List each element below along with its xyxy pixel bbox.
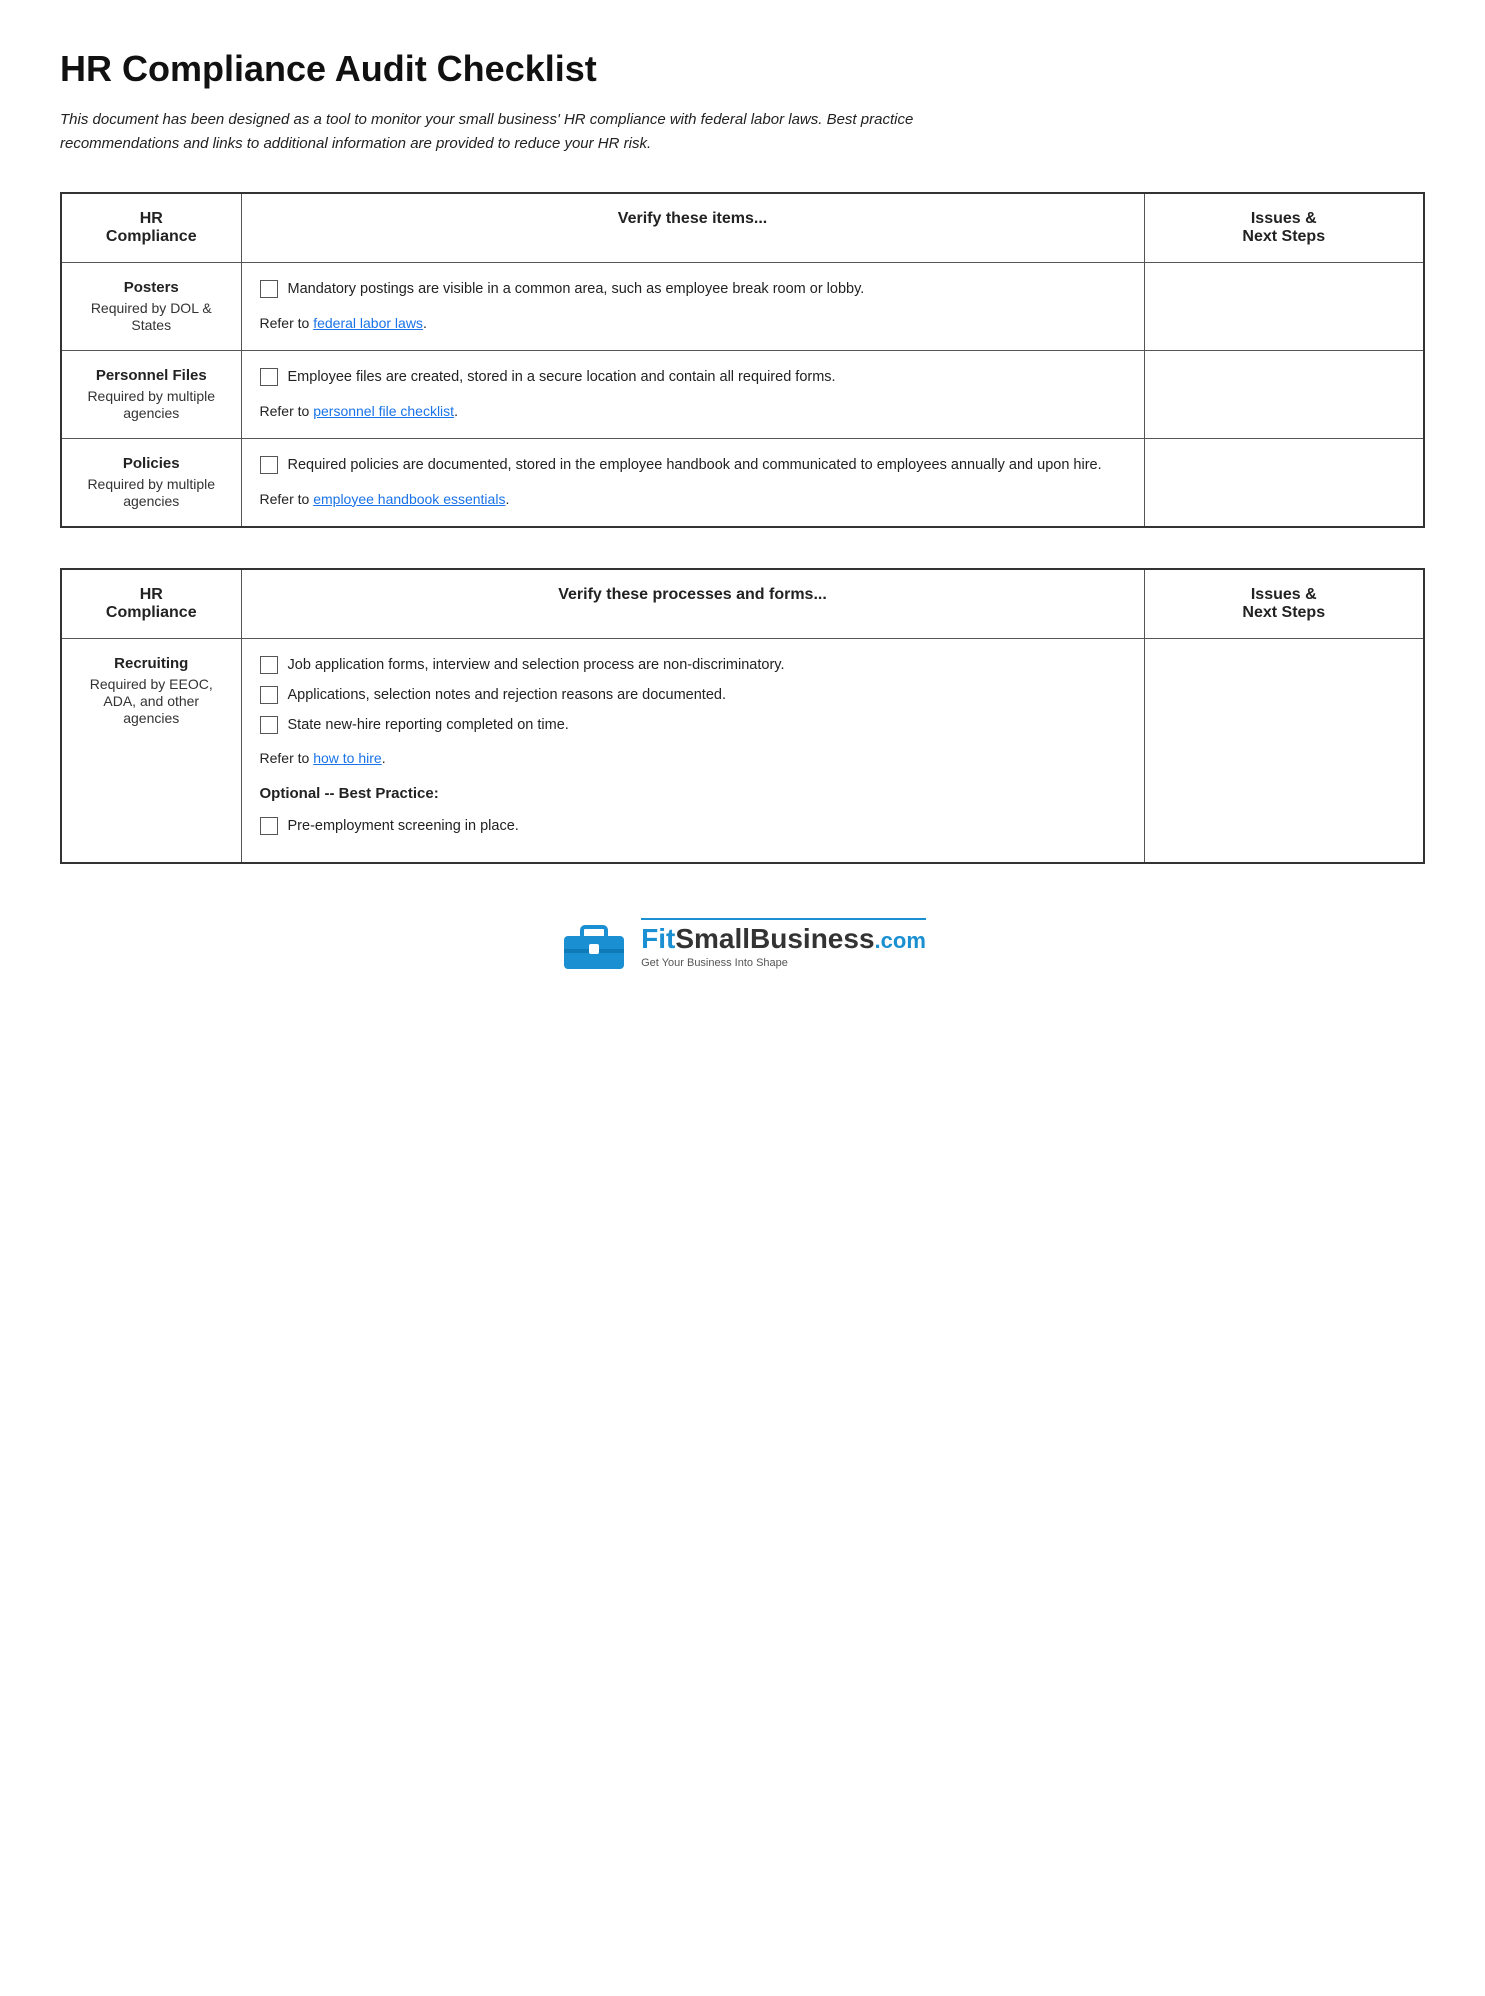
logo-tagline: Get Your Business Into Shape	[641, 957, 788, 969]
category-cell-posters: Posters Required by DOL & States	[61, 263, 241, 351]
category-sub-posters: Required by DOL & States	[91, 300, 212, 333]
table-row: Recruiting Required by EEOC, ADA, and ot…	[61, 639, 1424, 863]
checkbox[interactable]	[260, 656, 278, 674]
table-processes: HRCompliance Verify these processes and …	[60, 568, 1425, 864]
checkbox-item: Applications, selection notes and reject…	[260, 685, 1126, 707]
logo-small-business: SmallBusiness	[675, 923, 874, 955]
issues-cell-personnel	[1144, 351, 1424, 439]
refer-line-personnel: Refer to personnel file checklist.	[260, 401, 1126, 422]
checkbox-item: Employee files are created, stored in a …	[260, 367, 1126, 389]
checkbox[interactable]	[260, 817, 278, 835]
category-cell-policies: Policies Required by multiple agencies	[61, 439, 241, 528]
checkbox-label: Required policies are documented, stored…	[288, 455, 1102, 477]
federal-labor-laws-link[interactable]: federal labor laws	[313, 315, 423, 331]
employee-handbook-essentials-link[interactable]: employee handbook essentials	[313, 491, 505, 507]
category-name-policies: Policies	[80, 455, 223, 472]
table2-header-col3: Issues &Next Steps	[1144, 569, 1424, 639]
refer-line-recruiting: Refer to how to hire.	[260, 748, 1126, 769]
checkbox-label: Pre-employment screening in place.	[288, 816, 519, 838]
logo-line	[641, 918, 926, 920]
table1-header-col3: Issues &Next Steps	[1144, 193, 1424, 263]
table1-header-col2: Verify these items...	[241, 193, 1144, 263]
checkbox-label: Job application forms, interview and sel…	[288, 655, 785, 677]
category-cell-personnel: Personnel Files Required by multiple age…	[61, 351, 241, 439]
logo-text-block: FitSmallBusiness.com Get Your Business I…	[641, 918, 926, 969]
logo-com: .com	[875, 928, 926, 954]
logo-container: FitSmallBusiness.com Get Your Business I…	[559, 914, 926, 974]
personnel-file-checklist-link[interactable]: personnel file checklist	[313, 403, 454, 419]
table2-header-col2: Verify these processes and forms...	[241, 569, 1144, 639]
verify-cell-policies: Required policies are documented, stored…	[241, 439, 1144, 528]
verify-cell-personnel: Employee files are created, stored in a …	[241, 351, 1144, 439]
checkbox-item: State new-hire reporting completed on ti…	[260, 715, 1126, 737]
checkbox-label: Employee files are created, stored in a …	[288, 367, 836, 389]
refer-line-policies: Refer to employee handbook essentials.	[260, 489, 1126, 510]
logo-fit: Fit	[641, 923, 675, 955]
issues-cell-posters	[1144, 263, 1424, 351]
table-items: HRCompliance Verify these items... Issue…	[60, 192, 1425, 528]
category-sub-recruiting: Required by EEOC, ADA, and other agencie…	[90, 676, 213, 726]
checkbox-item: Mandatory postings are visible in a comm…	[260, 279, 1126, 301]
category-name-personnel: Personnel Files	[80, 367, 223, 384]
page-title: HR Compliance Audit Checklist	[60, 48, 1425, 90]
checkbox-item: Required policies are documented, stored…	[260, 455, 1126, 477]
table-row: Personnel Files Required by multiple age…	[61, 351, 1424, 439]
category-cell-recruiting: Recruiting Required by EEOC, ADA, and ot…	[61, 639, 241, 863]
checkbox-label: Mandatory postings are visible in a comm…	[288, 279, 865, 301]
checkbox-label: State new-hire reporting completed on ti…	[288, 715, 569, 737]
issues-cell-recruiting	[1144, 639, 1424, 863]
category-sub-personnel: Required by multiple agencies	[87, 388, 215, 421]
refer-line-posters: Refer to federal labor laws.	[260, 313, 1126, 334]
category-name-recruiting: Recruiting	[80, 655, 223, 672]
footer: FitSmallBusiness.com Get Your Business I…	[60, 904, 1425, 974]
category-sub-policies: Required by multiple agencies	[87, 476, 215, 509]
checkbox[interactable]	[260, 280, 278, 298]
intro-text: This document has been designed as a too…	[60, 108, 1010, 156]
table-row: Policies Required by multiple agencies R…	[61, 439, 1424, 528]
checkbox-label: Applications, selection notes and reject…	[288, 685, 727, 707]
table2-header-col1: HRCompliance	[61, 569, 241, 639]
best-practice-label: Optional -- Best Practice:	[260, 783, 1126, 806]
verify-cell-recruiting: Job application forms, interview and sel…	[241, 639, 1144, 863]
checkbox[interactable]	[260, 686, 278, 704]
issues-cell-policies	[1144, 439, 1424, 528]
checkbox-item-best-practice: Pre-employment screening in place.	[260, 816, 1126, 838]
checkbox[interactable]	[260, 456, 278, 474]
checkbox[interactable]	[260, 368, 278, 386]
table-row: Posters Required by DOL & States Mandato…	[61, 263, 1424, 351]
logo-icon	[559, 914, 629, 974]
how-to-hire-link[interactable]: how to hire	[313, 750, 381, 766]
checkbox[interactable]	[260, 716, 278, 734]
logo-brand: FitSmallBusiness.com	[641, 923, 926, 955]
checkbox-item: Job application forms, interview and sel…	[260, 655, 1126, 677]
table1-header-col1: HRCompliance	[61, 193, 241, 263]
verify-cell-posters: Mandatory postings are visible in a comm…	[241, 263, 1144, 351]
category-name-posters: Posters	[80, 279, 223, 296]
